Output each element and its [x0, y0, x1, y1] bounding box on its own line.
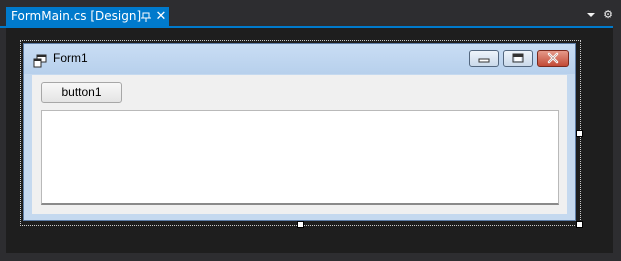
resize-grip-right[interactable] — [576, 130, 583, 137]
form-title: Form1 — [53, 51, 88, 65]
form-client-area[interactable]: button1 — [32, 75, 567, 214]
tab-formmain-design[interactable]: FormMain.cs [Design] ✕ — [6, 7, 169, 26]
content-panel[interactable] — [41, 110, 559, 205]
form-app-icon — [33, 53, 47, 68]
minimize-icon[interactable] — [469, 50, 499, 67]
resize-grip-bottom[interactable] — [297, 221, 304, 228]
form-titlebar: Form1 — [24, 44, 575, 74]
document-tab-strip: FormMain.cs [Design] ✕ ⚙ — [0, 0, 621, 28]
button1[interactable]: button1 — [41, 82, 122, 103]
gear-icon[interactable]: ⚙ — [601, 8, 615, 22]
form1-window[interactable]: Form1 button1 — [23, 43, 576, 221]
pin-icon[interactable] — [139, 7, 153, 26]
close-icon[interactable] — [537, 50, 569, 67]
resize-grip-corner[interactable] — [576, 221, 583, 228]
designer-surface[interactable]: Form1 button1 — [6, 28, 613, 253]
chevron-down-icon[interactable] — [584, 8, 598, 22]
tab-title: FormMain.cs [Design] — [11, 9, 142, 23]
maximize-icon[interactable] — [503, 50, 533, 67]
close-icon[interactable]: ✕ — [155, 7, 167, 26]
